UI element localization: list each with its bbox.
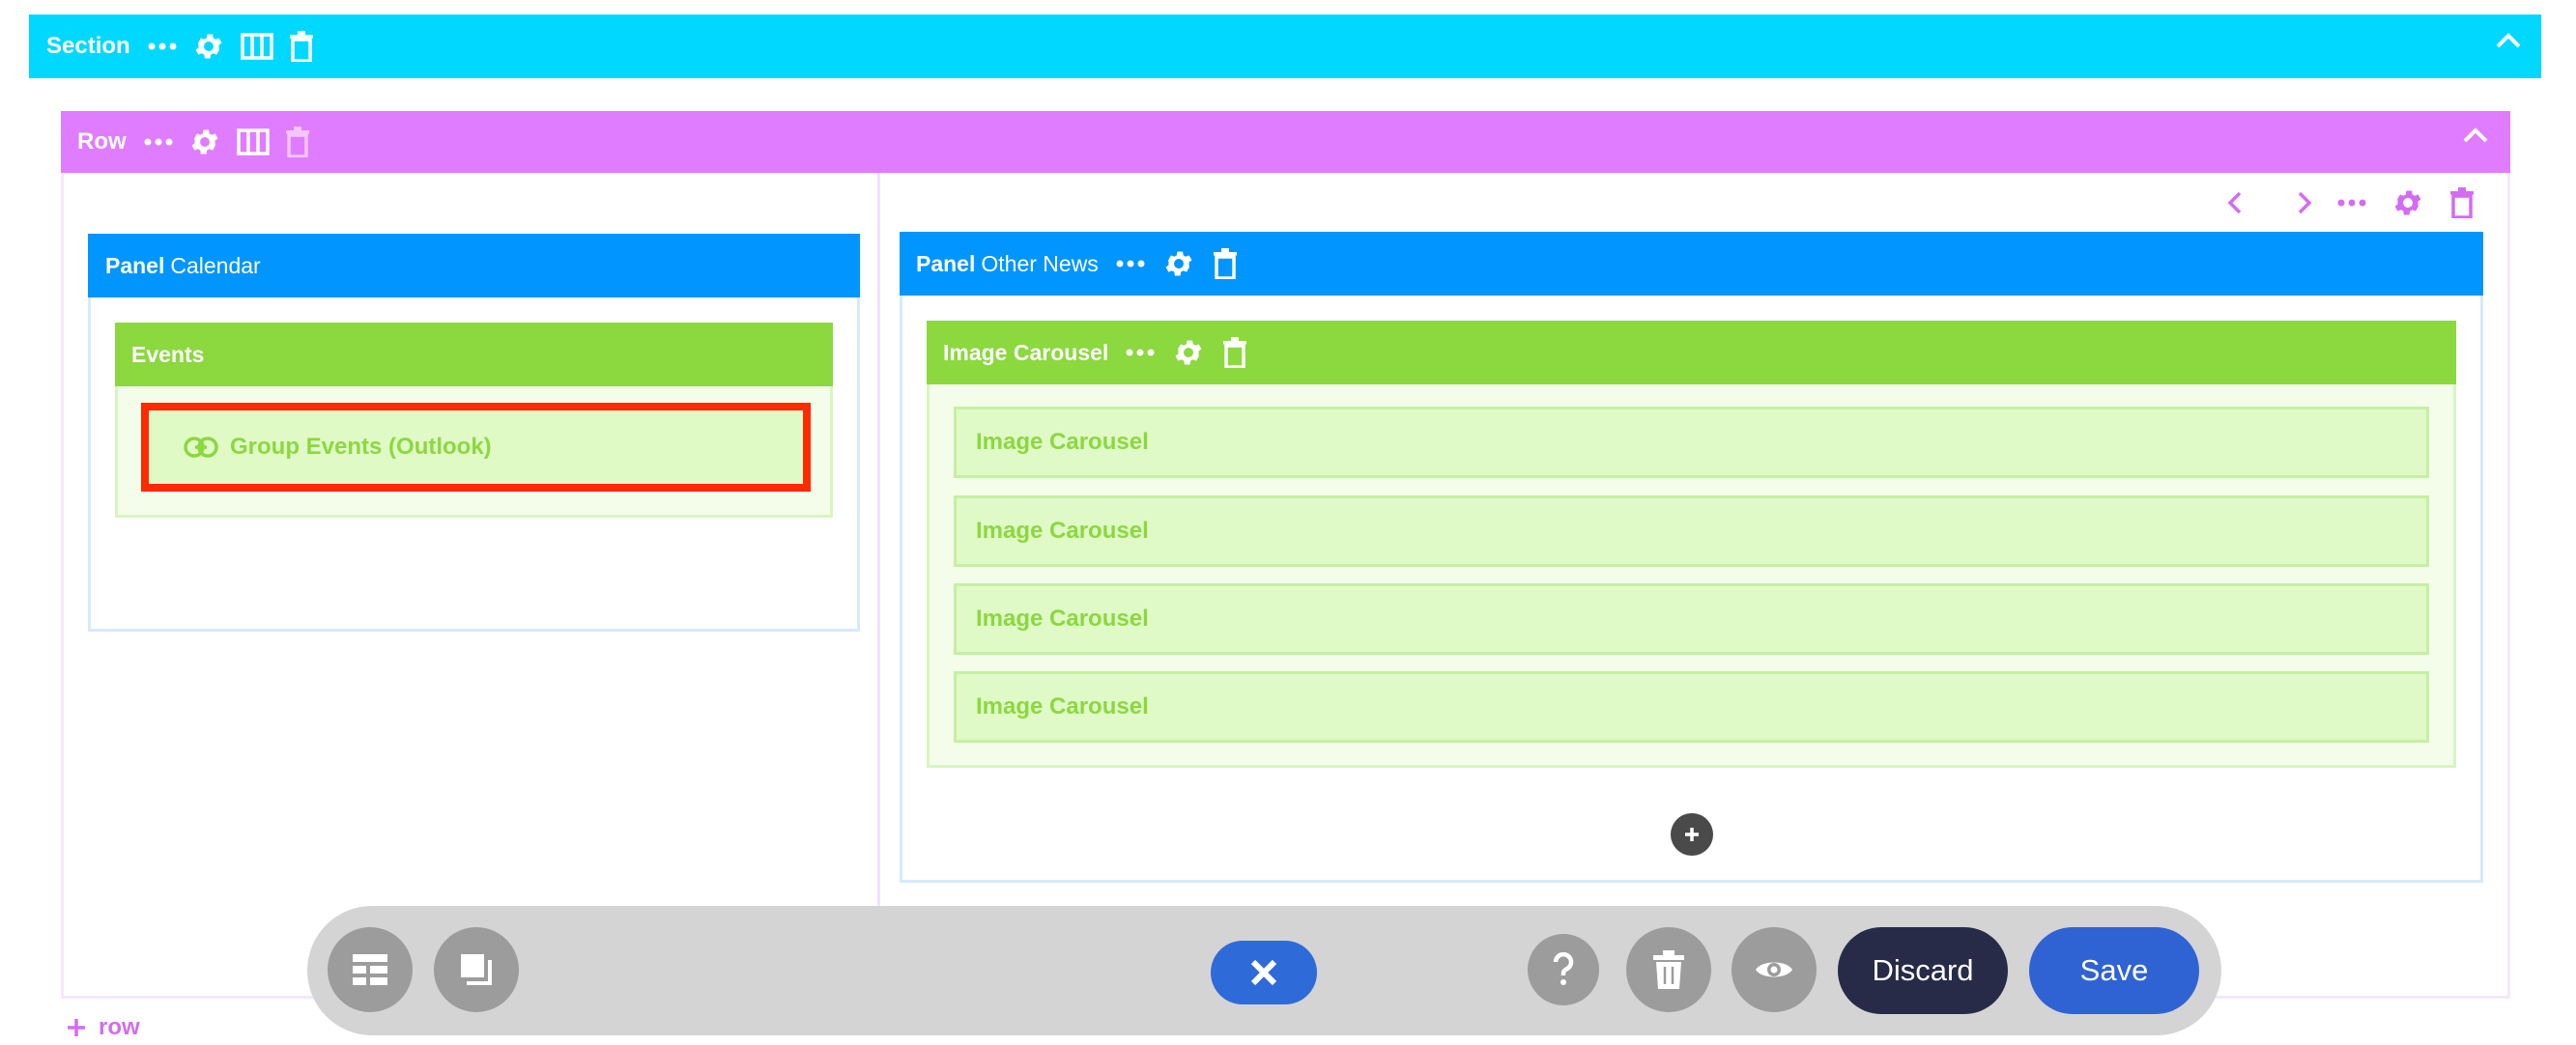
section-bar: Section [29, 14, 2541, 78]
close-editor-button[interactable] [1211, 941, 1317, 1004]
section-delete-trash-icon[interactable] [289, 31, 314, 62]
trash-icon [1651, 949, 1686, 990]
carousel-item-label: Image Carousel [976, 693, 1149, 720]
column-tools [2227, 185, 2475, 220]
eye-icon [1754, 956, 1794, 983]
column-settings-gear-icon[interactable] [2391, 186, 2424, 219]
carousel-item-label: Image Carousel [976, 429, 1149, 455]
save-label: Save [2079, 953, 2149, 987]
panel-prefix: Panel [916, 250, 976, 276]
row-settings-gear-icon[interactable] [188, 126, 221, 158]
carousel-item-label: Image Carousel [976, 518, 1149, 544]
save-button[interactable]: Save [2029, 927, 2199, 1014]
panel-more-icon[interactable] [1116, 259, 1145, 268]
row-more-icon[interactable] [144, 137, 173, 147]
events-header[interactable]: Events [115, 323, 833, 386]
help-question-icon [1552, 952, 1575, 987]
image-carousel-header[interactable]: Image Carousel [927, 321, 2456, 384]
add-row-button[interactable]: row [66, 1014, 140, 1041]
panel-calendar-header[interactable]: Panel Calendar [88, 234, 860, 297]
panel-name: Calendar [170, 252, 261, 278]
panel-prefix: Panel [105, 252, 165, 278]
link-icon [184, 436, 218, 459]
delete-button[interactable] [1626, 927, 1711, 1012]
section-more-icon[interactable] [148, 42, 177, 51]
group-events-item[interactable]: Group Events (Outlook) [141, 403, 811, 492]
group-events-label: Group Events (Outlook) [230, 434, 492, 460]
row-title: Row [77, 128, 127, 155]
add-row-label: row [99, 1014, 140, 1040]
carousel-item[interactable]: Image Carousel [954, 407, 2429, 478]
section-collapse-chevron-up-icon[interactable] [2495, 32, 2522, 49]
layout-button[interactable] [328, 927, 413, 1012]
discard-label: Discard [1872, 953, 1974, 987]
panel-delete-trash-icon[interactable] [1213, 248, 1238, 279]
column-more-icon[interactable] [2337, 198, 2366, 208]
image-carousel-title: Image Carousel [943, 339, 1109, 365]
section-settings-gear-icon[interactable] [192, 30, 225, 63]
copy-icon [457, 950, 496, 989]
preview-button[interactable] [1732, 927, 1817, 1012]
row-delete-trash-icon[interactable] [285, 127, 310, 157]
layout-icon [351, 952, 389, 987]
panel-settings-gear-icon[interactable] [1162, 247, 1195, 280]
carousel-item[interactable]: Image Carousel [954, 583, 2429, 655]
carousel-delete-trash-icon[interactable] [1222, 337, 1247, 368]
panel-name: Other News [981, 250, 1099, 276]
carousel-settings-gear-icon[interactable] [1172, 336, 1205, 369]
carousel-item-label: Image Carousel [976, 606, 1149, 632]
row-bar: Row [61, 111, 2510, 173]
carousel-item[interactable]: Image Carousel [954, 671, 2429, 743]
help-button[interactable] [1528, 934, 1599, 1005]
move-left-chevron-icon[interactable] [2227, 190, 2243, 215]
column-divider [877, 173, 880, 907]
add-block-plus-icon[interactable] [1671, 813, 1713, 856]
move-right-chevron-icon[interactable] [2297, 190, 2312, 215]
discard-button[interactable]: Discard [1838, 927, 2008, 1014]
section-title: Section [46, 33, 130, 59]
panel-other-news-header[interactable]: Panel Other News [900, 232, 2483, 296]
close-icon [1247, 956, 1280, 989]
duplicate-button[interactable] [434, 927, 519, 1012]
section-columns-icon[interactable] [240, 32, 273, 61]
plus-icon [66, 1017, 87, 1038]
row-collapse-chevron-up-icon[interactable] [2462, 127, 2489, 144]
events-title: Events [131, 341, 205, 367]
column-delete-trash-icon[interactable] [2449, 187, 2475, 218]
carousel-item[interactable]: Image Carousel [954, 495, 2429, 567]
carousel-more-icon[interactable] [1126, 348, 1155, 357]
row-columns-icon[interactable] [236, 127, 270, 156]
